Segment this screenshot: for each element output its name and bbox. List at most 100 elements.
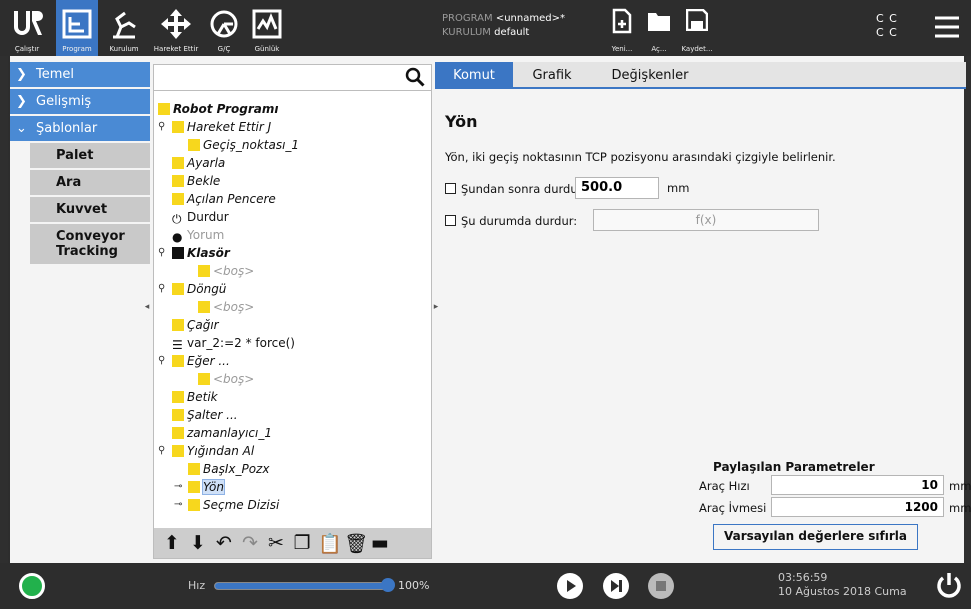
speed-slider-fill	[215, 583, 387, 589]
reset-defaults-button[interactable]: Varsayılan değerlere sıfırla	[713, 524, 918, 550]
suppress-icon[interactable]: ▬	[370, 532, 390, 554]
move-down-icon[interactable]: ⬇	[188, 532, 208, 554]
tab-command[interactable]: Komut	[435, 62, 513, 89]
tree-node-comment[interactable]: ● Yorum	[172, 226, 224, 244]
save-button[interactable]: Kaydet...	[678, 0, 716, 56]
nav-io-label: G/Ç	[217, 45, 231, 53]
cc-indicator: C C C C	[876, 12, 898, 40]
template-pallet-label: Palet	[56, 148, 94, 163]
tree-search-bar[interactable]	[154, 65, 431, 91]
tree-node-empty[interactable]: <boş>	[198, 298, 254, 316]
tree-node-robot-program[interactable]: Robot Programı	[158, 100, 278, 118]
category-templates[interactable]: ⌄ Şablonlar	[10, 116, 150, 141]
if-icon	[172, 355, 184, 367]
tree-node-destack[interactable]: ⚲ Yığından Al	[158, 442, 254, 460]
waypoint-icon	[188, 139, 200, 151]
tree-node-wait[interactable]: Bekle	[172, 172, 220, 190]
stop-after-distance-field[interactable]: 500.0	[575, 177, 659, 199]
stop-when-expression-field[interactable]: f(x)	[593, 209, 819, 231]
step-button[interactable]	[603, 573, 629, 599]
category-advanced-label: Gelişmiş	[36, 94, 92, 109]
empty-node-icon	[198, 373, 210, 385]
tree-node-label: Ayarla	[187, 156, 226, 170]
paste-icon[interactable]: 📋	[318, 532, 342, 555]
tree-node-empty[interactable]: <boş>	[198, 262, 254, 280]
nav-run-label: Çalıştır	[14, 45, 40, 53]
nav-move[interactable]: Hareket Ettir	[150, 0, 202, 56]
category-advanced[interactable]: ❯ Gelişmiş	[10, 89, 150, 114]
tree-node-call[interactable]: Çağır	[172, 316, 219, 334]
menu-button[interactable]	[933, 14, 961, 40]
play-button[interactable]	[557, 573, 583, 599]
stop-when-checkbox[interactable]	[445, 215, 456, 226]
pin-icon: ⊸	[174, 481, 183, 492]
waypoint-icon	[188, 463, 200, 475]
pin-icon: ⚲	[158, 247, 166, 258]
copy-icon[interactable]: ❐	[292, 532, 312, 554]
robot-status-icon[interactable]	[19, 573, 45, 599]
stop-after-row: Şundan sonra durdur:	[445, 180, 586, 198]
open-button[interactable]: Aç...	[645, 0, 673, 56]
tree-node-timer[interactable]: zamanlayıcı_1	[172, 424, 272, 442]
tree-node-pick-sequence[interactable]: ⊸ Seçme Dizisi	[174, 496, 279, 514]
speed-slider[interactable]	[214, 582, 388, 590]
tree-node-set[interactable]: Ayarla	[172, 154, 225, 172]
move-icon	[161, 9, 191, 39]
redo-icon[interactable]: ↷	[240, 532, 260, 554]
tree-node-movej[interactable]: ⚲ Hareket Ettir J	[158, 118, 271, 136]
tree-node-direction[interactable]: ⊸ Yön	[174, 478, 225, 496]
stop-after-checkbox[interactable]	[445, 183, 456, 194]
nav-program[interactable]: Program	[56, 0, 98, 56]
installation-icon	[113, 11, 136, 39]
clock: 03:56:59 10 Ağustos 2018 Cuma	[778, 571, 907, 599]
stop-button[interactable]	[648, 573, 674, 599]
tab-variables[interactable]: Değişkenler	[595, 62, 705, 89]
power-button[interactable]	[935, 571, 963, 599]
direction-description: Yön, iki geçiş noktasının TCP pozisyonu …	[445, 150, 836, 164]
delete-icon[interactable]: 🗑	[344, 532, 368, 555]
tool-speed-field[interactable]: 10	[771, 475, 944, 495]
tree-node-loop[interactable]: ⚲ Döngü	[158, 280, 226, 298]
set-icon	[172, 157, 184, 169]
tree-node-assignment[interactable]: ☰ var_2:=2 * force()	[172, 334, 295, 352]
template-seek[interactable]: Ara	[30, 170, 150, 195]
hourglass-icon	[172, 175, 184, 187]
template-pallet[interactable]: Palet	[30, 143, 150, 168]
new-file-button[interactable]: Yeni...	[608, 0, 636, 56]
script-icon	[172, 391, 184, 403]
tree-node-script[interactable]: Betik	[172, 388, 218, 406]
undo-icon[interactable]: ↶	[214, 532, 234, 554]
io-icon	[210, 10, 238, 38]
category-basic[interactable]: ❯ Temel	[10, 62, 150, 87]
tree-node-if[interactable]: ⚲ Eğer ...	[158, 352, 230, 370]
tree-node-empty[interactable]: <boş>	[198, 370, 254, 388]
tree-node-label: Durdur	[187, 210, 229, 224]
nav-installation[interactable]: Kurulum	[101, 0, 147, 56]
nav-log[interactable]: Günlük	[250, 0, 284, 56]
template-force[interactable]: Kuvvet	[30, 197, 150, 222]
nav-run[interactable]: Çalıştır	[2, 0, 52, 56]
tree-node-start-pos[interactable]: BaşIx_Pozx	[188, 460, 269, 478]
speed-slider-handle[interactable]	[381, 578, 395, 592]
category-basic-label: Temel	[36, 67, 75, 82]
direction-icon	[188, 481, 200, 493]
tool-accel-label: Araç İvmesi	[699, 501, 767, 515]
collapse-left-icon[interactable]: ◂	[143, 302, 151, 320]
tree-node-label: <boş>	[213, 300, 255, 314]
tab-graphics[interactable]: Grafik	[513, 62, 591, 89]
tree-node-waypoint[interactable]: Geçiş_noktası_1	[188, 136, 299, 154]
template-conveyor[interactable]: Conveyor Tracking	[30, 224, 150, 264]
main-frame: ❯ Temel ❯ Gelişmiş ⌄ Şablonlar Palet Ara Ku…	[8, 56, 971, 563]
tree-node-switch[interactable]: Şalter ...	[172, 406, 238, 424]
folder-icon	[172, 247, 184, 259]
cut-icon[interactable]: ✂	[266, 532, 286, 554]
move-up-icon[interactable]: ⬆	[162, 532, 182, 554]
search-icon[interactable]	[405, 67, 425, 87]
tree-node-popup[interactable]: Açılan Pencere	[172, 190, 276, 208]
tree-node-folder[interactable]: ⚲ Klasör	[158, 244, 230, 262]
nav-io[interactable]: G/Ç	[207, 0, 241, 56]
stop-icon	[656, 581, 666, 591]
tool-accel-field[interactable]: 1200	[771, 497, 944, 517]
tree-node-halt[interactable]: ⏻ Durdur	[172, 208, 229, 226]
installation-key: KURULUM	[442, 27, 491, 38]
